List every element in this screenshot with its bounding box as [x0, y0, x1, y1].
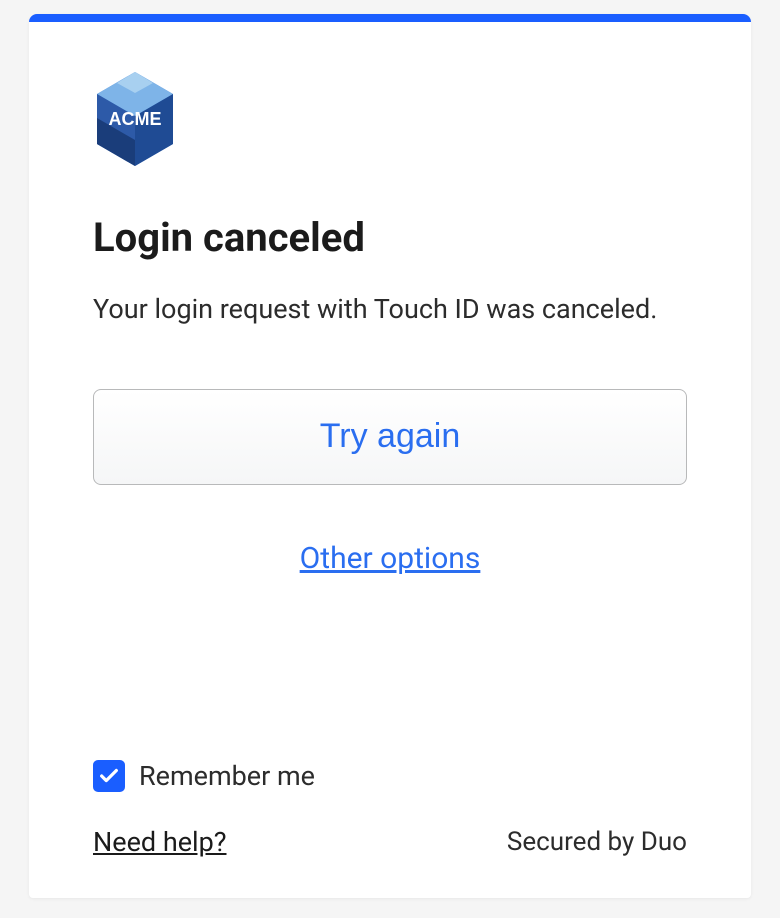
logo-text: ACME — [109, 109, 162, 129]
page-title: Login canceled — [93, 214, 687, 261]
footer-row: Need help? Secured by Duo — [93, 826, 687, 858]
accent-bar — [29, 14, 751, 22]
logo-container: ACME — [93, 70, 687, 172]
spacer — [93, 576, 687, 760]
need-help-link[interactable]: Need help? — [93, 826, 227, 858]
auth-card: ACME Login canceled Your login request w… — [29, 14, 751, 898]
remember-label: Remember me — [139, 760, 315, 792]
card-content: ACME Login canceled Your login request w… — [29, 22, 751, 898]
secured-by-text: Secured by Duo — [507, 827, 687, 857]
other-options-link[interactable]: Other options — [93, 541, 687, 576]
try-again-button[interactable]: Try again — [93, 389, 687, 485]
remember-checkbox[interactable] — [93, 760, 125, 792]
remember-row: Remember me — [93, 760, 687, 792]
acme-logo-icon: ACME — [93, 70, 177, 168]
check-icon — [98, 765, 120, 787]
status-message: Your login request with Touch ID was can… — [93, 291, 687, 329]
